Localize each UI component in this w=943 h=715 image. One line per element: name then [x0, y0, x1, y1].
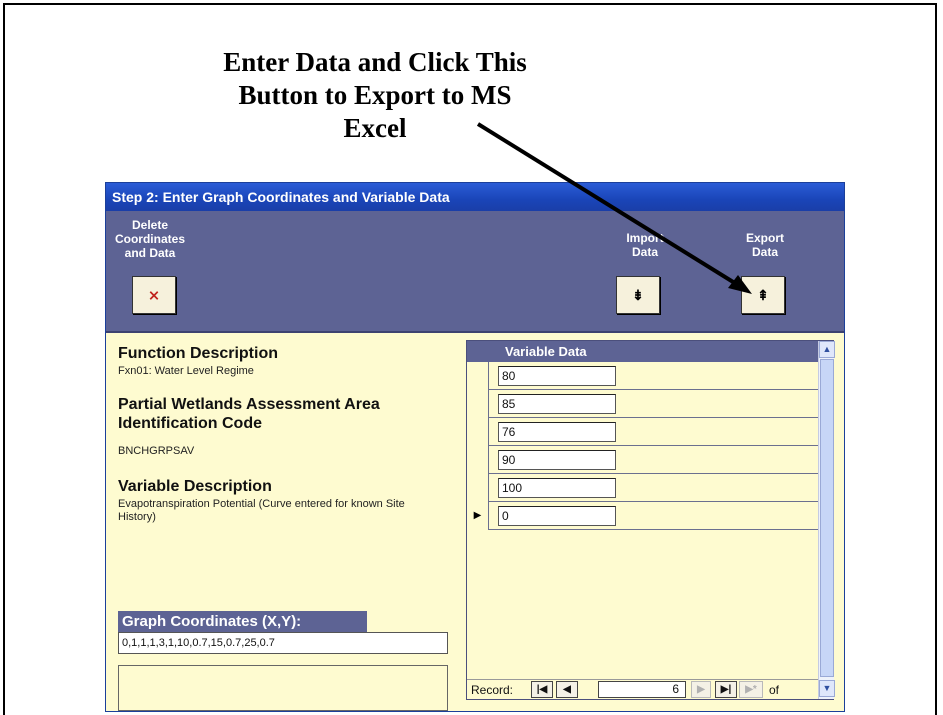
scroll-thumb[interactable]: [820, 359, 834, 677]
variable-value-field[interactable]: 0: [498, 506, 616, 526]
row-selector[interactable]: [467, 362, 489, 390]
variable-description-heading: Variable Description: [118, 478, 272, 495]
first-record-button[interactable]: |◀: [531, 681, 553, 698]
import-label: Import Data: [626, 231, 664, 259]
variable-data-subform: Variable Data 80 85 76 90 100 ▶ 0 ▲ ▼ Re…: [466, 340, 835, 700]
vertical-scrollbar[interactable]: ▲ ▼: [818, 341, 835, 699]
coordinates-notes-box[interactable]: [118, 665, 448, 711]
row-selector[interactable]: ▶: [467, 502, 489, 530]
step2-window: Step 2: Enter Graph Coordinates and Vari…: [105, 182, 845, 712]
export-data-button[interactable]: ⇞: [741, 276, 785, 314]
toolbar-band: Delete Coordinates and Data ⨯ Import Dat…: [106, 211, 844, 333]
scroll-down-button[interactable]: ▼: [819, 680, 835, 697]
scroll-up-button[interactable]: ▲: [819, 341, 835, 358]
table-row[interactable]: 85: [467, 390, 818, 418]
export-label: Export Data: [745, 231, 784, 259]
next-record-button[interactable]: ▶: [691, 681, 711, 698]
record-of-label: of: [769, 683, 780, 697]
callout-caption: Enter Data and Click This Button to Expo…: [200, 46, 550, 145]
variable-value-field[interactable]: 90: [498, 450, 616, 470]
row-selector[interactable]: [467, 418, 489, 446]
delete-coordinates-button[interactable]: ⨯: [132, 276, 176, 314]
function-description-heading: Function Description: [118, 345, 278, 362]
callout-line-2: Button to Export to MS: [238, 80, 512, 110]
table-row-current[interactable]: ▶ 0: [467, 502, 818, 530]
row-selector[interactable]: [467, 390, 489, 418]
import-data-button[interactable]: ⇟: [616, 276, 660, 314]
table-row[interactable]: 90: [467, 446, 818, 474]
variable-value-field[interactable]: 100: [498, 478, 616, 498]
row-selector[interactable]: [467, 474, 489, 502]
record-label: Record:: [471, 683, 514, 697]
row-selector[interactable]: [467, 446, 489, 474]
variable-value-field[interactable]: 85: [498, 394, 616, 414]
graph-coordinates-field[interactable]: 0,1,1,1,3,1,10,0.7,15,0.7,25,0.7: [118, 632, 448, 654]
callout-line-3: Excel: [343, 113, 407, 143]
variable-value-field[interactable]: 76: [498, 422, 616, 442]
delete-x-icon: ⨯: [148, 286, 160, 303]
variable-data-header-label: Variable Data: [505, 344, 587, 359]
variable-value-field[interactable]: 80: [498, 366, 616, 386]
variable-data-header: Variable Data: [467, 341, 818, 362]
pwaa-id-heading: Partial Wetlands Assessment Area Identif…: [118, 396, 380, 432]
table-row[interactable]: 100: [467, 474, 818, 502]
import-icon: ⇟: [632, 286, 644, 303]
previous-record-button[interactable]: ◀: [556, 681, 578, 698]
window-title: Step 2: Enter Graph Coordinates and Vari…: [106, 183, 844, 211]
callout-line-1: Enter Data and Click This: [223, 47, 527, 77]
delete-label: Delete Coordinates and Data: [114, 218, 185, 260]
export-icon: ⇞: [757, 286, 769, 303]
record-navigator: Record: |◀ ◀ 6 ▶ ▶| ▶* of: [467, 679, 818, 699]
variable-description-value: Evapotranspiration Potential (Curve ente…: [118, 498, 405, 523]
pwaa-id-value: BNCHGRPSAV: [118, 445, 195, 457]
new-record-button[interactable]: ▶*: [739, 681, 763, 698]
table-row[interactable]: 80: [467, 362, 818, 390]
last-record-button[interactable]: ▶|: [715, 681, 737, 698]
current-record-pointer-icon: ▶: [473, 510, 482, 521]
graph-coordinates-heading: Graph Coordinates (X,Y):: [118, 611, 367, 632]
record-number-field[interactable]: 6: [598, 681, 686, 698]
function-description-value: Fxn01: Water Level Regime: [118, 365, 254, 377]
table-row[interactable]: 76: [467, 418, 818, 446]
